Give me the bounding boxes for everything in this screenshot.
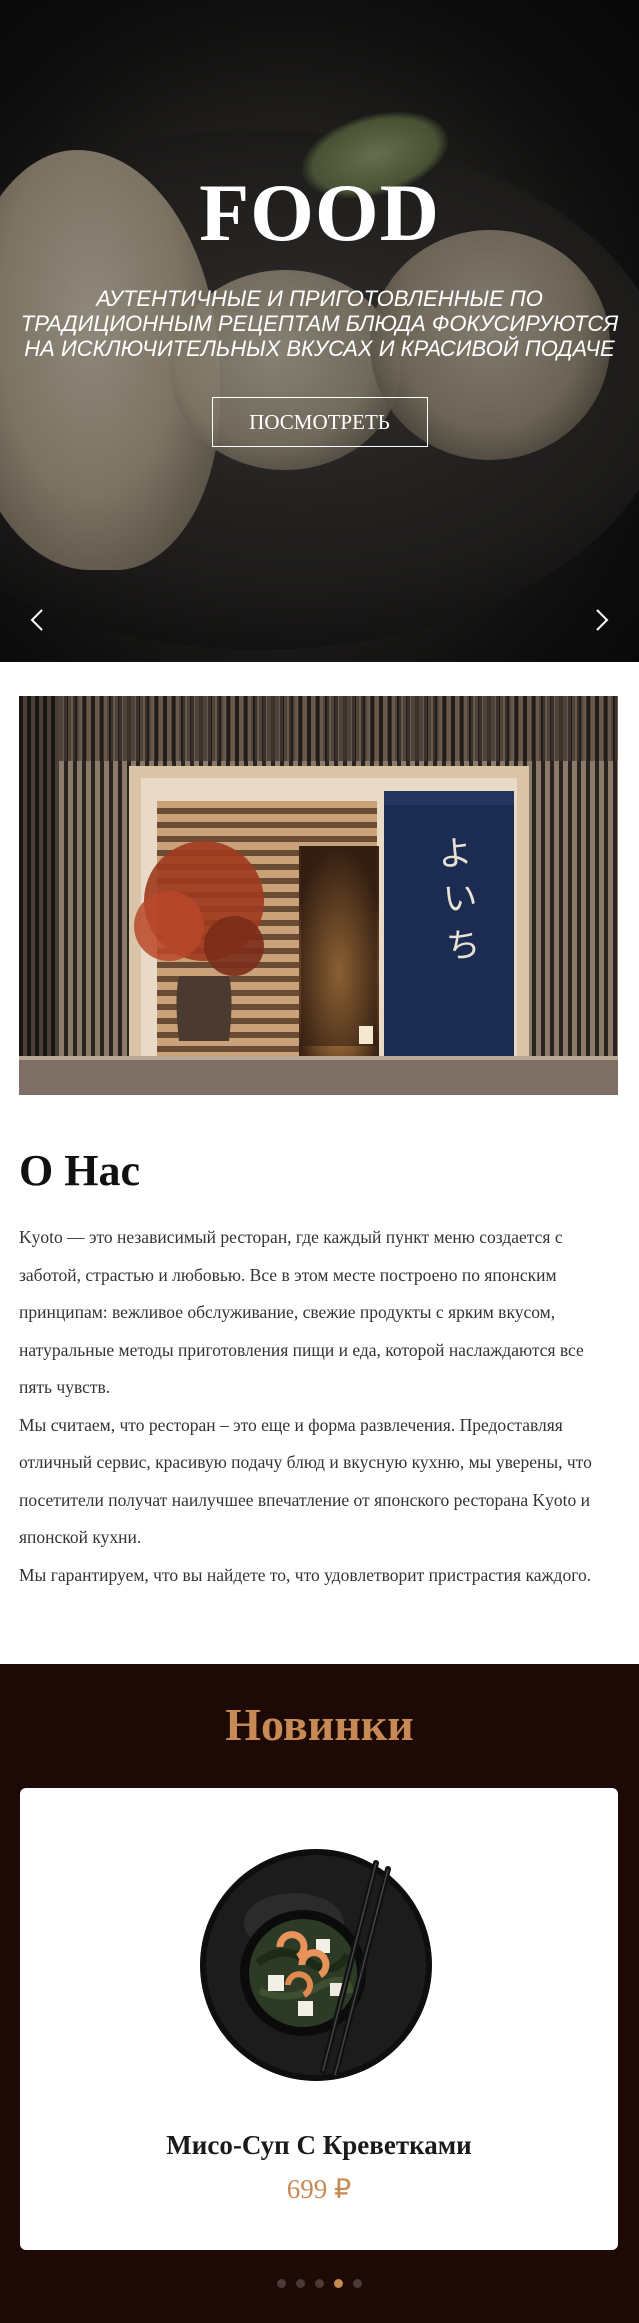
view-button[interactable]: ПОСМОТРЕТЬ: [211, 397, 428, 447]
svg-text:ち: ち: [445, 925, 482, 967]
chevron-right-icon[interactable]: [589, 608, 613, 632]
about-paragraph: Kyoto — это независимый ресторан, где ка…: [19, 1227, 584, 1397]
pagination-dot-active[interactable]: [334, 2279, 343, 2288]
svg-text:い: い: [442, 878, 479, 920]
pagination-dot[interactable]: [296, 2279, 305, 2288]
about-paragraph: Мы гарантируем, что вы найдете то, что у…: [19, 1564, 592, 1585]
new-items-title: Новинки: [225, 1699, 414, 1750]
chevron-left-icon[interactable]: [26, 608, 50, 632]
new-items-section: Новинки Мисо-Суп С Креветками 699 ₽: [0, 1664, 639, 2323]
product-card[interactable]: Мисо-Суп С Креветками 699 ₽: [20, 1788, 618, 2250]
hero-slider: FOOD АУТЕНТИЧНЫЕ И ПРИГОТОВЛЕННЫЕ ПО ТРА…: [0, 0, 639, 662]
hero-title: FOOD: [199, 167, 440, 258]
pagination-dot[interactable]: [353, 2279, 362, 2288]
about-paragraph: Мы считаем, что ресторан – это еще и фор…: [19, 1414, 592, 1548]
hero-subtitle: АУТЕНТИЧНЫЕ И ПРИГОТОВЛЕННЫЕ ПО ТРАДИЦИО…: [20, 286, 619, 361]
about-section: よ い ち О Нас Kyoto — это независимый рест…: [0, 662, 639, 1594]
about-text: Kyoto — это независимый ресторан, где ка…: [19, 1219, 620, 1594]
about-title: О Нас: [19, 1146, 140, 1195]
product-name[interactable]: Мисо-Суп С Креветками: [20, 2130, 618, 2161]
svg-text:よ: よ: [437, 833, 474, 875]
slider-pagination: [0, 2279, 639, 2288]
hero-content: FOOD АУТЕНТИЧНЫЕ И ПРИГОТОВЛЕННЫЕ ПО ТРА…: [0, 172, 639, 447]
restaurant-storefront-image: よ い ち: [19, 696, 618, 1095]
pagination-dot[interactable]: [315, 2279, 324, 2288]
pagination-dot[interactable]: [277, 2279, 286, 2288]
miso-soup-image: [198, 1843, 438, 2083]
product-price: 699 ₽: [286, 2174, 352, 2204]
